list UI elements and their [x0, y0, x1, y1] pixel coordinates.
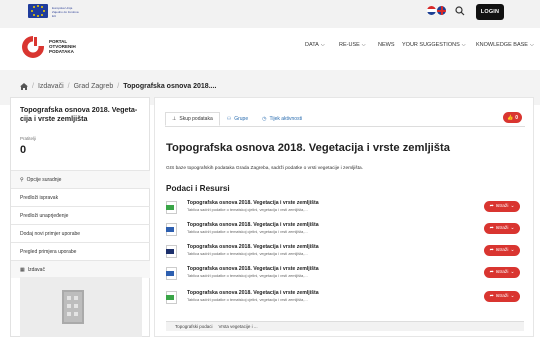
publisher-header: ▦ Izdavač	[11, 260, 150, 278]
resource-title[interactable]: Topografska osnova 2018. Vegetacija i vr…	[187, 244, 319, 250]
blue-format-icon	[166, 223, 177, 236]
home-icon[interactable]	[20, 83, 28, 90]
chevron-down-icon: ⌵	[361, 42, 366, 48]
top-bar: Europska Unija Zajedno do fondova EU LOG…	[0, 0, 540, 28]
explore-button[interactable]: ➦ Istraži ⌄	[484, 201, 520, 212]
resource-description: Tablica sadrži podatke o tematskoj cjeli…	[187, 273, 308, 278]
eu-flag-logo	[28, 4, 48, 18]
navy-format-icon	[166, 245, 177, 258]
share-icon: ➦	[489, 270, 494, 275]
thumbs-up-icon: 👍	[506, 114, 514, 121]
table-header: Topografski podaci Vrsta vegetacije i ..…	[166, 321, 524, 331]
explore-button[interactable]: ➦ Istraži ⌄	[484, 223, 520, 234]
clock-icon: ◷	[262, 116, 267, 122]
portal-logo-text[interactable]: PORTAL OTVORENIH PODATAKA	[49, 39, 76, 54]
resource-description: Tablica sadrži podatke o tematskoj cjeli…	[187, 229, 308, 234]
option-add-use-case[interactable]: Dodaj novi primjer uporabe	[11, 224, 150, 242]
green-format-icon	[166, 201, 177, 214]
blue-format-icon	[166, 267, 177, 280]
portal-logo-icon[interactable]	[21, 35, 45, 59]
explore-button[interactable]: ➦ Istraži ⌄	[484, 245, 520, 256]
tab-activity-stream[interactable]: ◷ Tijek aktivnosti	[255, 112, 309, 126]
explore-button[interactable]: ➦ Istraži ⌄	[484, 267, 520, 278]
sidebar-title: Topografska osnova 2018. Vegeta-cija i v…	[20, 105, 138, 123]
share-icon: ➦	[489, 204, 494, 209]
sitemap-icon: ⊥	[172, 116, 177, 122]
nav-reuse[interactable]: RE-USE ⌵	[339, 42, 366, 48]
building-icon: ▦	[20, 266, 25, 273]
building-icon	[62, 290, 84, 324]
nav-knowledge-base[interactable]: KNOWLEDGE BASE ⌵	[476, 42, 534, 48]
chevron-down-icon: ⌄	[510, 270, 515, 275]
option-suggest-improvement[interactable]: Predloži unaprjeđenje	[11, 206, 150, 224]
chevron-down-icon: ⌵	[461, 42, 466, 48]
nav-data[interactable]: DATA ⌵	[305, 42, 325, 48]
green-format-icon	[166, 291, 177, 304]
tab-bar: ⊥ Skup podataka ⚇ Grupe ◷ Tijek aktivnosti	[165, 112, 309, 126]
tab-groups[interactable]: ⚇ Grupe	[220, 112, 255, 126]
share-icon: ➦	[489, 248, 494, 253]
lightbulb-icon: ⚲	[20, 176, 24, 183]
chevron-down-icon: ⌄	[510, 204, 515, 209]
breadcrumb-current[interactable]: Topografska osnova 2018....	[123, 83, 216, 90]
table-header-cell: Vrsta vegetacije i ...	[218, 324, 258, 329]
followers-count: 0	[20, 144, 27, 156]
explore-button[interactable]: ➦ Istraži ⌄	[484, 291, 520, 302]
option-view-use-cases[interactable]: Pregled primjera uporabe	[11, 242, 150, 260]
chevron-down-icon: ⌄	[510, 248, 515, 253]
login-button[interactable]: LOGIN	[476, 4, 504, 20]
resource-title[interactable]: Topografska osnova 2018. Vegetacija i vr…	[187, 222, 319, 228]
resources-heading: Podaci i Resursi	[166, 184, 230, 193]
table-header-cell: Topografski podaci	[175, 324, 213, 329]
share-icon: ➦	[489, 226, 494, 231]
chevron-down-icon: ⌵	[320, 42, 325, 48]
resource-title[interactable]: Topografska osnova 2018. Vegetacija i vr…	[187, 200, 319, 206]
site-header: PORTAL OTVORENIH PODATAKA DATA ⌵ RE-USE ⌵ …	[0, 28, 540, 70]
chevron-down-icon: ⌵	[529, 42, 534, 48]
dataset-title: Topografska osnova 2018. Vegetacija i vr…	[166, 142, 450, 154]
breadcrumb-grad-zagreb[interactable]: Grad Zagreb	[74, 83, 114, 90]
eu-text: Europska Unija Zajedno do fondova EU	[52, 6, 79, 18]
users-icon: ⚇	[226, 116, 232, 122]
like-button[interactable]: 👍 0	[503, 112, 522, 123]
croatian-flag-icon[interactable]	[427, 6, 436, 15]
resource-item[interactable]: Topografska osnova 2018. Vegetacija i vr…	[166, 244, 526, 264]
search-icon[interactable]	[455, 6, 465, 16]
chevron-down-icon: ⌄	[510, 226, 515, 231]
collaboration-options-header: ⚲ Opcije suradnje	[11, 170, 150, 188]
option-suggest-correction[interactable]: Predloži ispravak	[11, 188, 150, 206]
breadcrumb-publishers[interactable]: Izdavači	[38, 83, 64, 90]
resource-description: Tablica sadrži podatke o tematskoj cjeli…	[187, 297, 308, 302]
followers-label: Pratitelji	[20, 136, 37, 141]
breadcrumb: / Izdavači / Grad Zagreb / Topografska o…	[20, 83, 216, 90]
resource-description: Tablica sadrži podatke o tematskoj cjeli…	[187, 251, 308, 256]
nav-your-suggestions[interactable]: YOUR SUGGESTIONS ⌵	[402, 42, 466, 48]
resource-item[interactable]: Topografska osnova 2018. Vegetacija i vr…	[166, 200, 526, 220]
dataset-description: GIS baze topografskih podataka Grada Zag…	[166, 166, 364, 171]
nav-news[interactable]: NEWS	[378, 42, 395, 48]
share-icon: ➦	[489, 294, 494, 299]
tab-divider	[165, 126, 525, 127]
english-flag-icon[interactable]	[437, 6, 446, 15]
tab-dataset[interactable]: ⊥ Skup podataka	[165, 112, 220, 126]
resource-description: Tablica sadrži podatke o tematskoj cjeli…	[187, 207, 308, 212]
chevron-down-icon: ⌄	[510, 294, 515, 299]
resource-title[interactable]: Topografska osnova 2018. Vegetacija i vr…	[187, 290, 319, 296]
resource-item[interactable]: Topografska osnova 2018. Vegetacija i vr…	[166, 222, 526, 242]
resource-item[interactable]: Topografska osnova 2018. Vegetacija i vr…	[166, 266, 526, 286]
resource-title[interactable]: Topografska osnova 2018. Vegetacija i vr…	[187, 266, 319, 272]
resource-item[interactable]: Topografska osnova 2018. Vegetacija i vr…	[166, 290, 526, 310]
